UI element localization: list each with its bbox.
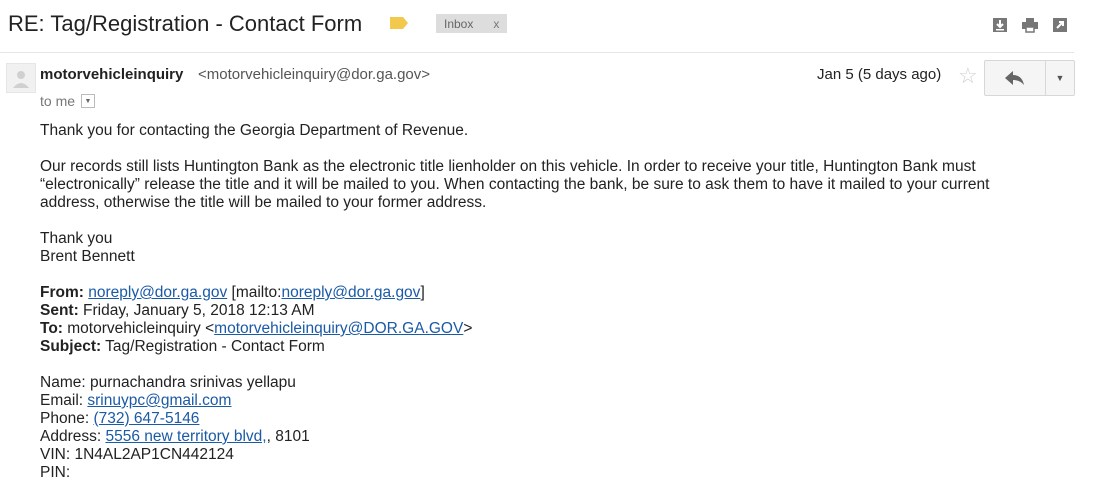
mailto-suffix: ] xyxy=(420,284,425,301)
sent-label: Sent: xyxy=(40,302,79,319)
message-body: Thank you for contacting the Georgia Dep… xyxy=(40,122,989,464)
address-line: Address: 5556 new territory blvd,, 8101 xyxy=(40,428,989,446)
address-suffix: , 8101 xyxy=(266,428,310,445)
message-date[interactable]: Jan 5 (5 days ago) xyxy=(817,66,941,83)
reply-icon xyxy=(1005,71,1024,85)
pin-line: PIN: xyxy=(40,464,71,481)
download-icon[interactable] xyxy=(991,16,1009,34)
subject-value: Tag/Registration - Contact Form xyxy=(101,338,325,355)
to-suffix: > xyxy=(463,320,473,337)
address-link[interactable]: 5556 new territory blvd, xyxy=(105,428,266,445)
phone-link[interactable]: (732) 647-5146 xyxy=(93,410,199,427)
to-me-text: to me xyxy=(40,93,76,109)
to-email-link[interactable]: motorvehicleinquiry@DOR.GA.GOV xyxy=(214,320,463,337)
show-details-button[interactable]: ▼ xyxy=(81,94,96,108)
body-line-2: “electronically” release the title and i… xyxy=(40,176,990,193)
recipient-line: to me ▼ xyxy=(40,93,96,109)
subject-line: Subject: Tag/Registration - Contact Form xyxy=(40,338,989,356)
sender-email: <motorvehicleinquiry@dor.ga.gov> xyxy=(198,66,431,83)
remove-label-button[interactable]: x xyxy=(479,17,507,31)
new-window-icon[interactable] xyxy=(1051,16,1069,34)
body-line-3: address, otherwise the title will be mai… xyxy=(40,194,487,211)
address-label: Address: xyxy=(40,428,106,445)
subject-title: RE: Tag/Registration - Contact Form xyxy=(8,11,363,36)
to-line: To: motorvehicleinquiry <motorvehicleinq… xyxy=(40,320,989,338)
avatar[interactable] xyxy=(6,63,36,93)
body-line-1: Our records still lists Huntington Bank … xyxy=(40,158,976,175)
star-icon[interactable]: ☆ xyxy=(958,63,978,89)
mailto-prefix: [mailto: xyxy=(227,284,282,301)
chevron-down-icon: ▼ xyxy=(84,97,92,105)
vin-line: VIN: 1N4AL2AP1CN442124 xyxy=(40,446,234,463)
from-email-link[interactable]: noreply@dor.ga.gov xyxy=(88,284,227,301)
inbox-label[interactable]: Inbox x xyxy=(436,14,508,33)
from-line: From: noreply@dor.ga.gov [mailto:noreply… xyxy=(40,284,989,302)
mailto-link[interactable]: noreply@dor.ga.gov xyxy=(281,284,420,301)
to-label: To: xyxy=(40,320,63,337)
email-line: Email: srinuypc@gmail.com xyxy=(40,392,989,410)
email-link[interactable]: srinuypc@gmail.com xyxy=(87,392,231,409)
chevron-down-icon: ▼ xyxy=(1055,73,1065,83)
to-prefix: motorvehicleinquiry < xyxy=(62,320,215,337)
phone-line: Phone: (732) 647-5146 xyxy=(40,410,989,428)
sent-value: Friday, January 5, 2018 12:13 AM xyxy=(78,302,315,319)
sender-name[interactable]: motorvehicleinquiry xyxy=(40,66,183,83)
from-label: From: xyxy=(40,284,84,301)
more-options-button[interactable]: ▼ xyxy=(1046,61,1074,95)
reply-button[interactable] xyxy=(985,61,1046,95)
name-line: Name: purnachandra srinivas yellapu xyxy=(40,374,296,391)
label-tag-icon[interactable] xyxy=(390,17,408,29)
thread-actions xyxy=(991,16,1069,34)
print-icon[interactable] xyxy=(1021,16,1039,34)
sent-line: Sent: Friday, January 5, 2018 12:13 AM xyxy=(40,302,989,320)
subject-label: Subject: xyxy=(40,338,102,355)
closing: Thank you xyxy=(40,230,113,247)
phone-label: Phone: xyxy=(40,410,94,427)
greeting: Thank you for contacting the Georgia Dep… xyxy=(40,122,469,139)
reply-group: ▼ xyxy=(984,60,1075,96)
email-label: Email: xyxy=(40,392,88,409)
header-divider xyxy=(0,52,1074,53)
signature: Brent Bennett xyxy=(40,248,135,265)
inbox-label-text[interactable]: Inbox xyxy=(436,17,479,31)
